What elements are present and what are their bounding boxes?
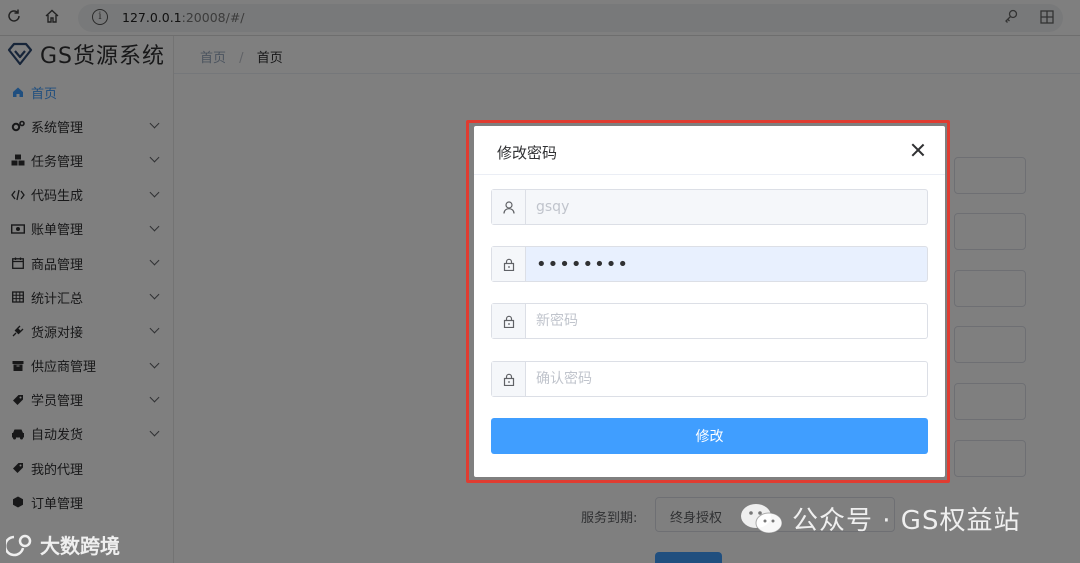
watermark-right-text: 公众号 · GS权益站 (792, 506, 1021, 536)
dialog-header: 修改密码 (474, 126, 945, 175)
lock-icon (492, 247, 526, 281)
lock-icon (492, 304, 526, 338)
new-password-field[interactable] (491, 303, 928, 339)
username-field (491, 189, 928, 225)
old-password-field[interactable] (491, 246, 928, 282)
lock-icon (492, 362, 526, 396)
watermark-right: 公众号 · GS权益站 (740, 500, 1020, 537)
modify-password-button[interactable]: 修改 (491, 418, 928, 454)
confirm-password-field[interactable] (491, 361, 928, 397)
close-icon[interactable] (911, 143, 925, 157)
brand-logo-icon (6, 534, 32, 556)
wechat-logo-icon (741, 503, 783, 533)
watermark-left: 大数跨境 (6, 530, 120, 559)
confirm-password-input[interactable] (526, 362, 927, 396)
watermark-left-text: 大数跨境 (40, 534, 120, 558)
new-password-input[interactable] (526, 304, 927, 338)
username-input (526, 190, 927, 224)
old-password-input[interactable] (526, 247, 927, 281)
dialog-title: 修改密码 (497, 144, 558, 162)
user-icon (492, 190, 526, 224)
change-password-dialog: 修改密码 修改 (474, 126, 945, 477)
